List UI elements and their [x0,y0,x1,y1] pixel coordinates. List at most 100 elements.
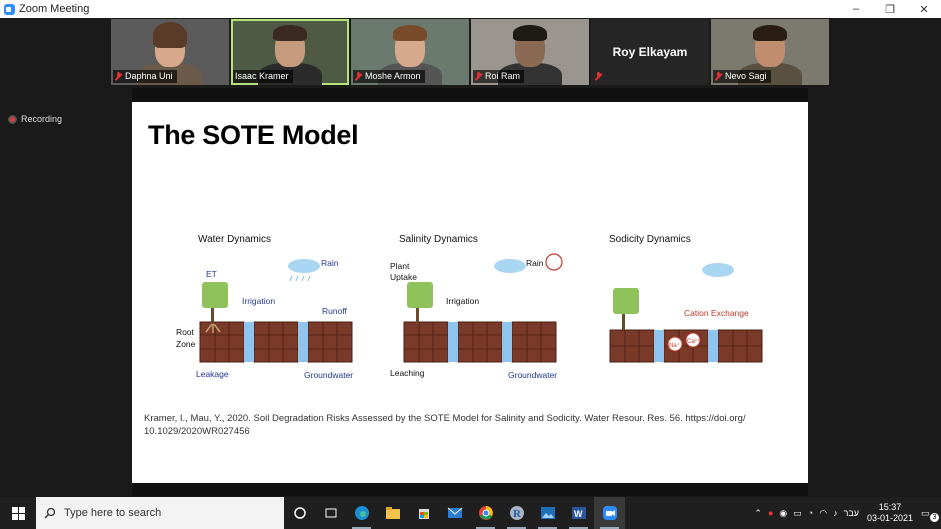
record-icon [8,114,17,124]
muted-mic-icon [355,72,362,81]
start-button[interactable] [0,497,36,529]
language-indicator[interactable]: עבר [844,508,859,518]
task-view-icon[interactable] [315,497,346,529]
mail-icon[interactable] [439,497,470,529]
participant-nameplate: Nevo Sagi [713,70,771,83]
uptake-label: Uptake [390,272,417,282]
participant-tile[interactable]: Moshe Armon [351,19,469,85]
sodicity-dynamics-diagram: Cation Exchange Na⁺ Ca²⁺ [609,263,763,363]
participant-tile-no-video[interactable]: Roy Elkayam [591,19,709,85]
muted-mic-icon [475,72,482,81]
tree-icon [613,288,639,330]
participant-tile[interactable]: Nevo Sagi [711,19,829,85]
muted-mic-icon [715,72,722,81]
water-dynamics-diagram: Rain ET Irrigation Runoff Root Zone Leak… [176,258,353,380]
irrigation-label: Irrigation [446,296,479,306]
wifi-icon[interactable]: ◠ [819,508,827,519]
no-salt-icon [545,253,563,271]
r-app-icon[interactable]: R [501,497,532,529]
participant-tile[interactable]: Roi Ram [471,19,589,85]
close-button[interactable]: ✕ [907,3,941,16]
restore-button[interactable]: ❐ [873,3,907,16]
leakage-label: Leakage [196,369,229,379]
zoom-app-icon [4,3,15,15]
participant-tile-active-speaker[interactable]: Isaac Kramer [231,19,349,85]
svg-text:R: R [513,508,522,520]
windows-logo-icon [11,506,25,520]
soil-block [403,321,557,363]
participant-tile[interactable]: Daphna Uni [111,19,229,85]
runoff-label: Runoff [322,306,348,316]
screen-share-area: The SOTE Model Water Dynamics Salinity D… [132,88,808,496]
groundwater-label: Groundwater [304,370,353,380]
cation-exchange-label: Cation Exchange [684,308,749,318]
participant-nameplate: Roi Ram [473,70,525,83]
edge-browser-icon[interactable] [346,497,377,529]
microsoft-store-icon[interactable] [408,497,439,529]
rain-label: Rain [526,258,544,268]
muted-mic-icon [595,72,602,81]
notification-center-icon[interactable]: ▭ 3 [921,508,939,522]
antivirus-icon[interactable]: ● [768,508,773,518]
water-dynamics-title: Water Dynamics [198,234,271,245]
word-icon[interactable]: W [563,497,594,529]
clock-date: 03-01-2021 [866,513,914,523]
svg-text:W: W [574,509,583,519]
windows-taskbar: Type here to search R W ⌃ ● ◉ ▭ ◔ ◠ ♪ עב… [0,497,941,529]
zoom-taskbar-icon[interactable] [594,497,625,529]
system-tray: ⌃ ● ◉ ▭ ◔ ◠ ♪ עבר 15:37 03-01-2021 ▭ 3 [754,502,941,524]
zone-label: Zone [176,339,196,349]
rain-cloud-icon [702,263,734,277]
et-label: ET [206,269,217,279]
chevron-up-icon[interactable]: ⌃ [754,508,762,519]
volume-icon[interactable]: ♪ [833,508,838,518]
root-label: Root [176,327,195,337]
presentation-slide: The SOTE Model Water Dynamics Salinity D… [132,102,808,483]
cortana-icon[interactable] [284,497,315,529]
photos-app-icon[interactable] [532,497,563,529]
taskbar-search-box[interactable]: Type here to search [36,497,284,529]
plant-label: Plant [390,261,410,271]
water-channel [448,322,458,362]
rain-cloud-icon [494,259,526,273]
tree-icon [407,282,433,324]
notification-count: 3 [930,512,939,522]
slide-reference: Kramer, I., Mau, Y., 2020. Soil Degradat… [144,413,746,437]
slide-title: The SOTE Model [148,120,359,150]
taskbar-clock[interactable]: 15:37 03-01-2021 [865,502,915,524]
soil-block [199,321,353,363]
chrome-icon[interactable] [470,497,501,529]
irrigation-label: Irrigation [242,296,275,306]
sodicity-dynamics-title: Sodicity Dynamics [609,234,691,245]
water-channel [502,322,512,362]
salinity-dynamics-diagram: Plant Uptake Rain Irrigation Leaching Gr… [390,253,563,380]
recording-indicator[interactable]: Recording [8,114,62,124]
sodium-ion-label: Na⁺ [669,342,680,349]
window-titlebar: Zoom Meeting – ❐ ✕ [0,0,941,18]
soil-block [609,329,763,363]
calcium-ion-label: Ca²⁺ [687,338,700,345]
participant-nameplate: Isaac Kramer [233,70,293,83]
network-icon[interactable]: ◔ [808,508,813,518]
participant-nameplate [593,70,606,83]
participant-nameplate: Daphna Uni [113,70,177,83]
chrome-tray-icon[interactable]: ◉ [779,508,787,519]
salinity-dynamics-title: Salinity Dynamics [399,234,478,245]
rain-label: Rain [321,258,339,268]
rain-cloud-icon [288,259,320,282]
clock-time: 15:37 [878,502,902,512]
file-explorer-icon[interactable] [377,497,408,529]
water-channel [708,330,718,362]
battery-icon[interactable]: ▭ [793,508,802,519]
minimize-button[interactable]: – [839,3,873,15]
participant-name-large: Roy Elkayam [612,45,688,59]
leaching-label: Leaching [390,368,425,378]
water-channel [298,322,308,362]
window-title: Zoom Meeting [19,3,90,15]
water-channel [244,322,254,362]
participant-nameplate: Moshe Armon [353,70,425,83]
water-channel [654,330,664,362]
groundwater-label: Groundwater [508,370,557,380]
search-icon [44,507,56,519]
muted-mic-icon [115,72,122,81]
